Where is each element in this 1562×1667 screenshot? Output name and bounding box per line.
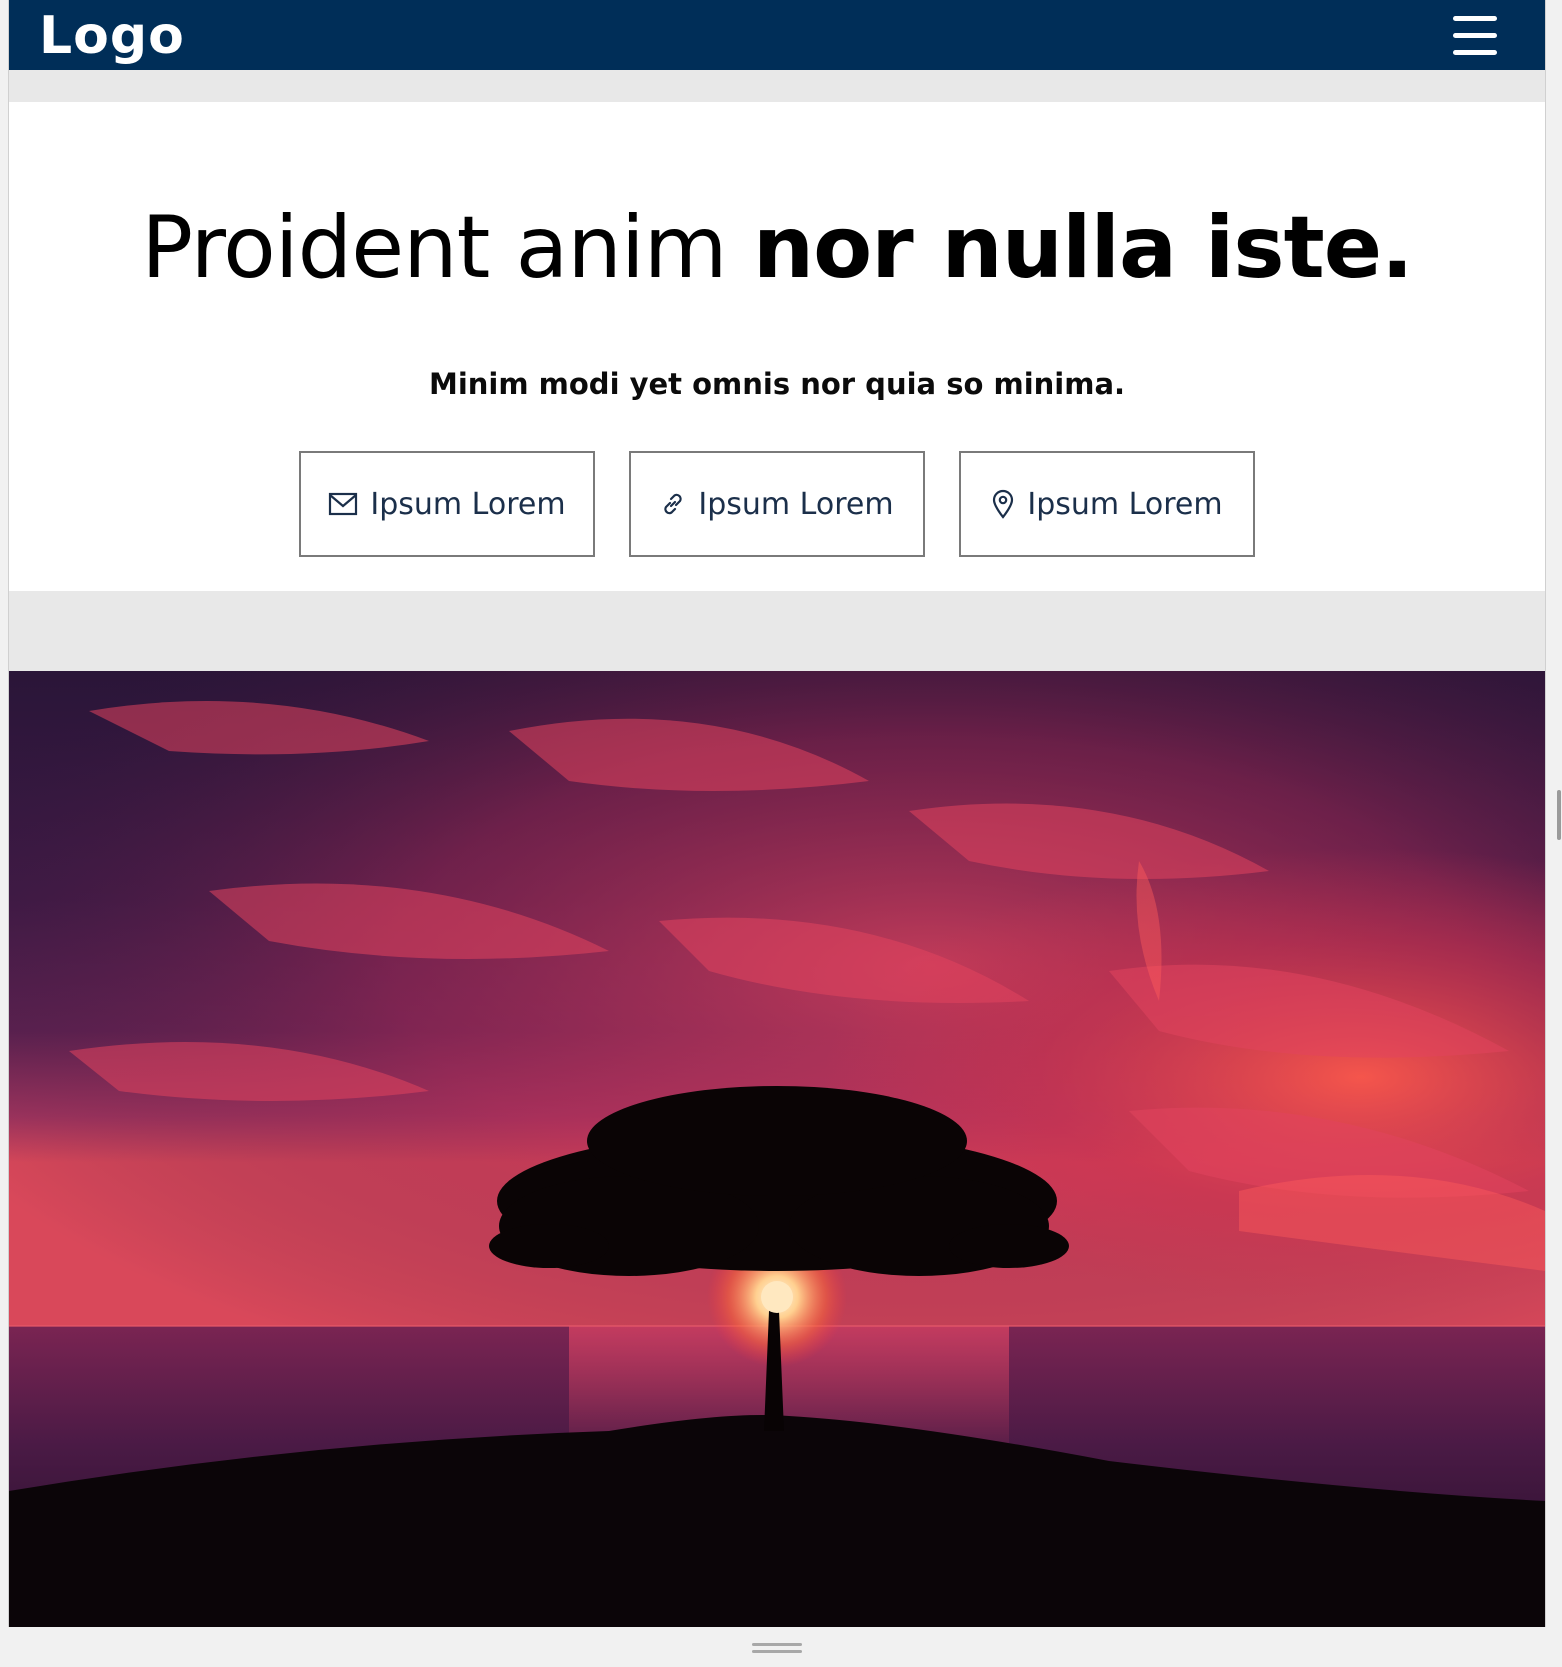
envelope-icon: [329, 492, 358, 516]
location-button-label: Ipsum Lorem: [1027, 486, 1223, 522]
page-frame: Logo Proident anim nor nulla iste. Minim…: [8, 0, 1546, 1627]
link-button[interactable]: Ipsum Lorem: [629, 451, 925, 557]
email-button[interactable]: Ipsum Lorem: [299, 451, 595, 557]
hero-title-light: Proident anim: [141, 198, 753, 298]
tree-at-sunset-photo: [9, 671, 1545, 1627]
hero-title: Proident anim nor nulla iste.: [9, 198, 1545, 298]
resize-handle-icon[interactable]: [752, 1643, 802, 1655]
email-button-label: Ipsum Lorem: [370, 486, 566, 522]
link-icon: [664, 493, 683, 515]
link-button-label: Ipsum Lorem: [698, 486, 894, 522]
hamburger-menu-icon[interactable]: [1453, 16, 1497, 56]
logo[interactable]: Logo: [39, 4, 185, 68]
hero-section: Proident anim nor nulla iste. Minim modi…: [9, 102, 1545, 591]
map-pin-icon: [993, 489, 1014, 519]
scrollbar-thumb[interactable]: [1557, 790, 1561, 840]
top-navbar: Logo: [9, 0, 1545, 70]
location-button[interactable]: Ipsum Lorem: [959, 451, 1255, 557]
hero-title-bold: nor nulla iste.: [752, 198, 1414, 298]
hero-subtitle: Minim modi yet omnis nor quia so minima.: [428, 367, 1126, 401]
